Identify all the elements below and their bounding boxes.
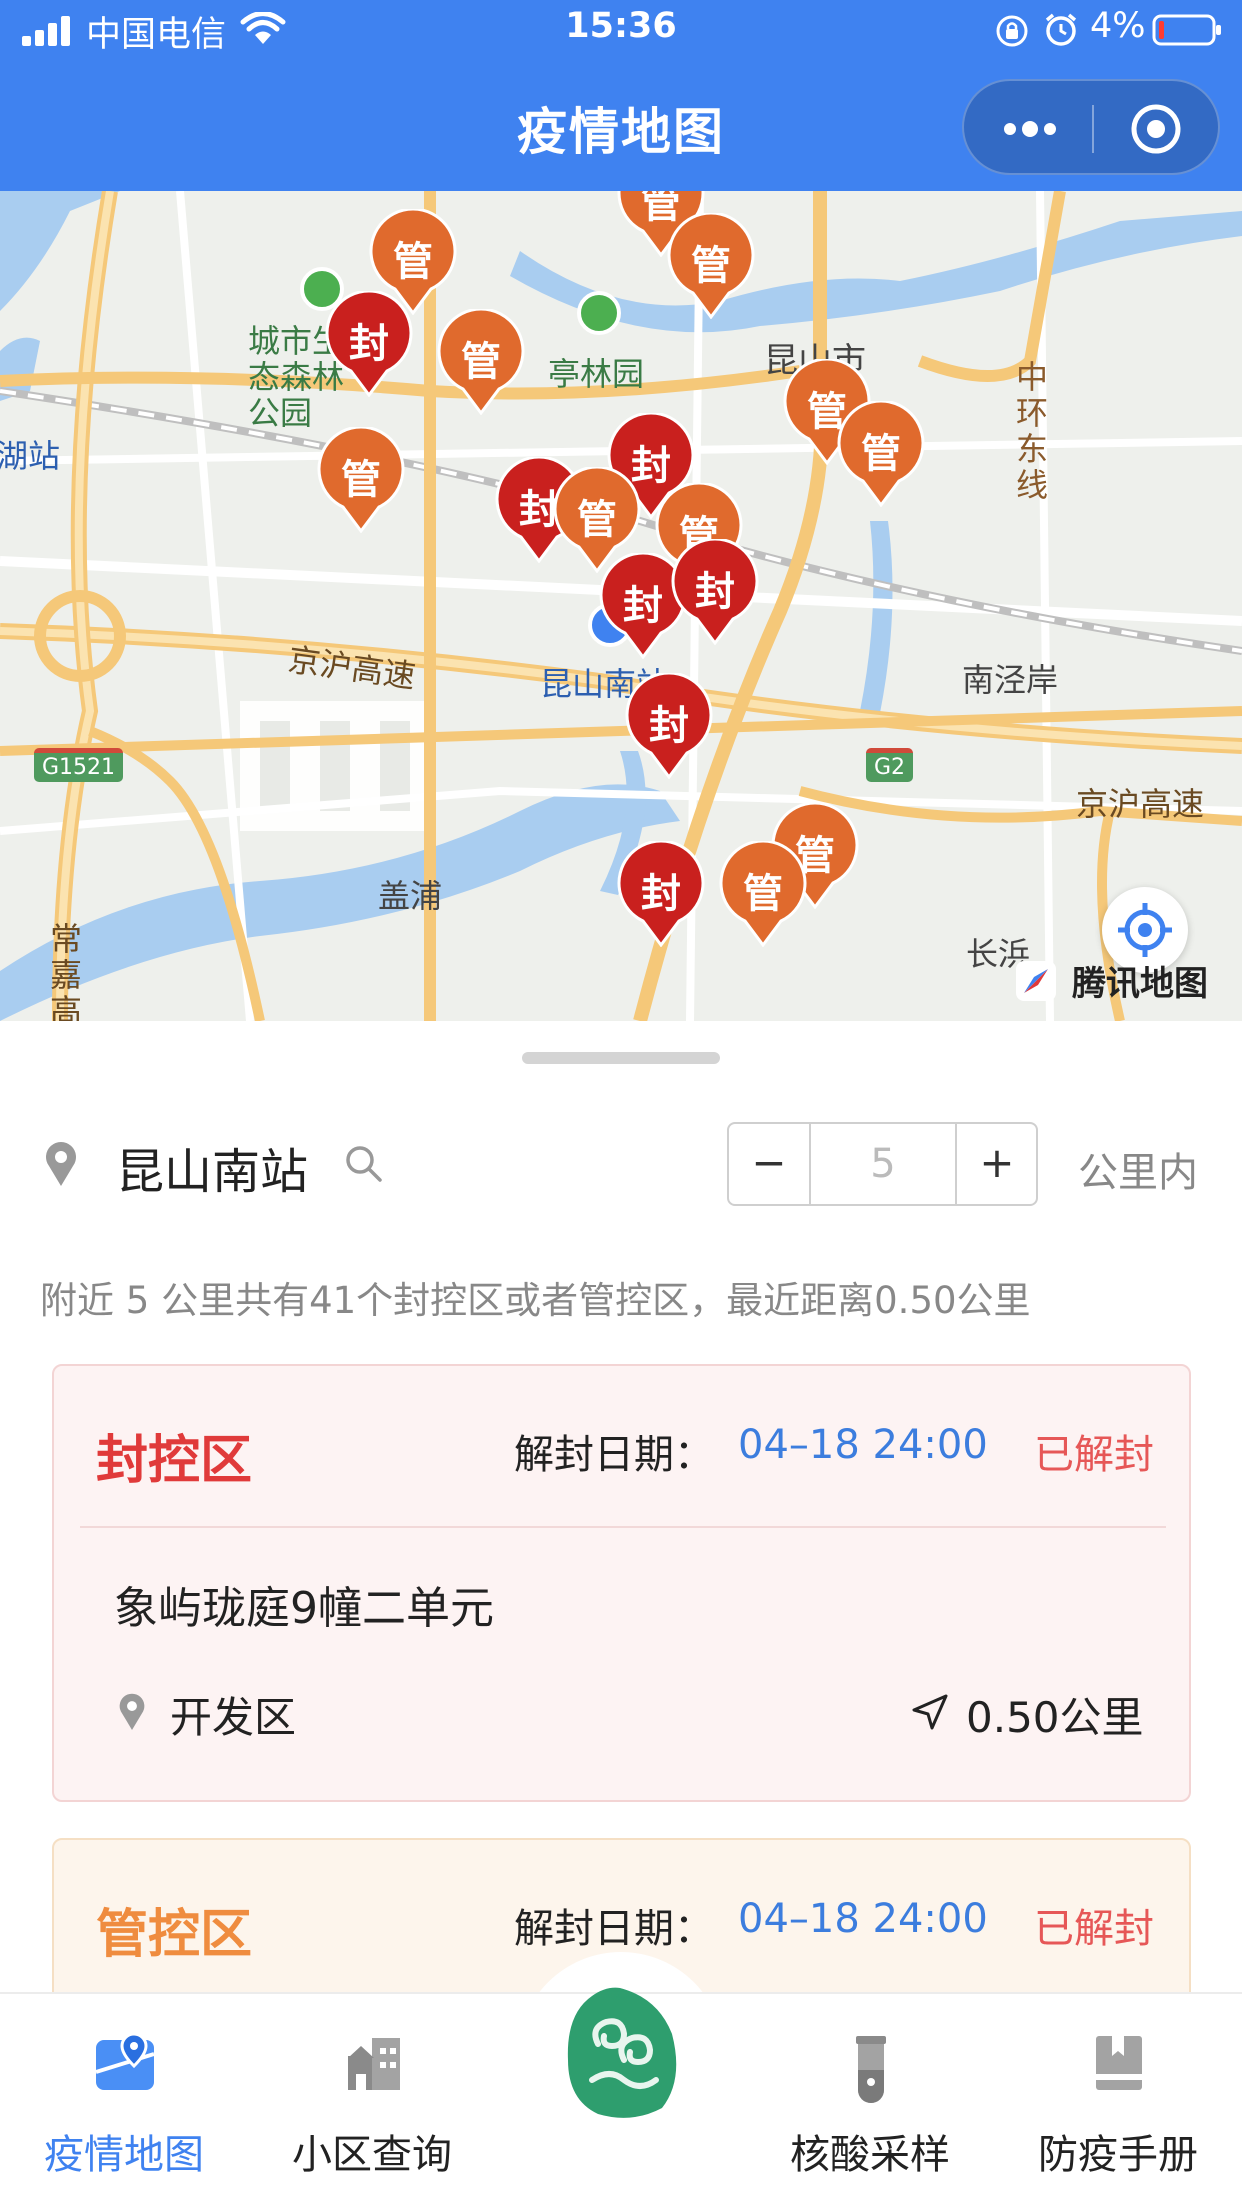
radius-stepper: − 5 + — [727, 1122, 1038, 1206]
map-marker[interactable]: 封 — [670, 537, 760, 646]
tab-nucleic-sampling[interactable]: 核酸采样 — [746, 1994, 994, 2208]
search-icon[interactable] — [344, 1144, 384, 1184]
location-pin-icon — [119, 1693, 145, 1730]
map-marker[interactable]: 管 — [836, 399, 926, 508]
test-tube-tab-icon — [856, 2036, 886, 2103]
close-target-icon[interactable] — [1130, 103, 1182, 155]
location-pin-icon — [46, 1142, 76, 1186]
map-marker-label: 管 — [341, 457, 381, 503]
tab-label: 疫情地图 — [44, 2132, 204, 2178]
zone-district: 开发区 — [170, 1693, 297, 1742]
unseal-date: 04–18 24:00 — [738, 1422, 988, 1468]
radius-unit: 公里内 — [1078, 1150, 1198, 1196]
road-shield-g2: G2 — [866, 748, 914, 782]
map-marker-label: 管 — [577, 497, 617, 543]
tab-epidemic-map[interactable]: 疫情地图 — [0, 1994, 248, 2208]
epidemic-map[interactable]: 城市生态森林公园 亭林园 昆山市 中环东线 湖站 京沪高速 昆山南站 南泾岸 京… — [0, 191, 1242, 1021]
alarm-icon — [1045, 13, 1077, 46]
capsule-divider — [1092, 105, 1094, 153]
map-marker-label: 管 — [743, 871, 783, 917]
map-marker[interactable]: 管 — [666, 211, 756, 320]
park-poi-icon[interactable] — [577, 291, 621, 335]
zone-card[interactable]: 封控区 解封日期： 04–18 24:00 已解封 象屿珑庭9幢二单元 开发区 … — [52, 1364, 1191, 1802]
map-marker-label: 管 — [461, 339, 501, 385]
decrease-radius-button[interactable]: − — [729, 1124, 809, 1204]
unseal-date-label: 解封日期： — [514, 1432, 714, 1478]
zone-distance: 0.50公里 — [966, 1693, 1144, 1742]
building-tab-icon — [348, 2038, 400, 2090]
map-label-changjia: 常嘉高 — [49, 920, 82, 1021]
map-marker-label: 管 — [861, 431, 901, 477]
compass-icon — [1016, 961, 1056, 1001]
unseal-date-label: 解封日期： — [514, 1906, 714, 1952]
map-label-gaipu: 盖浦 — [378, 877, 443, 915]
map-marker-label: 封 — [349, 321, 389, 367]
more-dots-icon[interactable] — [998, 111, 1062, 147]
zone-address: 象屿珑庭9幢二单元 — [114, 1583, 494, 1634]
map-marker-label: 封 — [695, 569, 735, 615]
tab-label: 核酸采样 — [790, 2132, 950, 2178]
map-label-jinghu-right: 京沪高速 — [1076, 785, 1205, 823]
miniprogram-capsule — [962, 79, 1220, 175]
tab-community-query[interactable]: 小区查询 — [248, 1994, 496, 2208]
location-name[interactable]: 昆山南站 — [116, 1132, 308, 1202]
map-marker[interactable]: 管 — [718, 839, 808, 948]
tab-label: 小区查询 — [292, 2132, 452, 2178]
zone-status: 已解封 — [1034, 1906, 1154, 1952]
road-shield-g1521: G1521 — [34, 748, 124, 782]
zone-type: 封控区 — [96, 1431, 253, 1491]
center-logo-icon[interactable] — [562, 1984, 682, 2124]
map-label-hu-station: 湖站 — [0, 437, 61, 475]
map-brand: 腾讯地图 — [1072, 964, 1208, 1004]
map-marker[interactable]: 封 — [616, 839, 706, 948]
map-tab-icon — [95, 2032, 155, 2090]
zone-status: 已解封 — [1034, 1432, 1154, 1478]
navigation-arrow-icon[interactable] — [910, 1692, 950, 1732]
map-marker-label: 管 — [393, 239, 433, 285]
card-divider — [80, 1526, 1166, 1528]
nearby-summary: 附近 5 公里共有41个封控区或者管控区，最近距离0.50公里 — [40, 1279, 1031, 1322]
map-label-zhonghuan: 中环东线 — [1015, 358, 1048, 504]
tab-epidemic-manual[interactable]: 防疫手册 — [994, 1994, 1242, 2208]
zone-type: 管控区 — [96, 1905, 253, 1965]
unseal-date: 04–18 24:00 — [738, 1896, 988, 1942]
map-marker[interactable]: 管 — [316, 425, 406, 534]
increase-radius-button[interactable]: + — [957, 1124, 1037, 1204]
lock-rotation-icon — [996, 15, 1028, 47]
battery-percent: 4% — [1090, 6, 1146, 46]
map-marker-label: 封 — [641, 871, 681, 917]
map-marker[interactable]: 封 — [624, 671, 714, 780]
sheet-drag-handle[interactable] — [522, 1052, 720, 1064]
battery-icon — [1152, 14, 1221, 46]
app: 中国电信 15:36 4% 疫情地图 城市生态森林公园 亭林园 中环东线 湖站 … — [0, 0, 1242, 2208]
tab-label: 防疫手册 — [1038, 2132, 1198, 2178]
map-marker-label: 封 — [649, 703, 689, 749]
map-label-nanjing-an: 南泾岸 — [962, 661, 1059, 699]
radius-value[interactable]: 5 — [809, 1124, 957, 1204]
header: 中国电信 15:36 4% 疫情地图 — [0, 0, 1242, 191]
book-tab-icon — [1096, 2036, 1142, 2090]
map-marker[interactable]: 封 — [324, 289, 414, 398]
map-marker-label: 管 — [691, 243, 731, 289]
map-marker[interactable]: 管 — [436, 307, 526, 416]
map-label-tinglin: 亭林园 — [548, 355, 645, 393]
